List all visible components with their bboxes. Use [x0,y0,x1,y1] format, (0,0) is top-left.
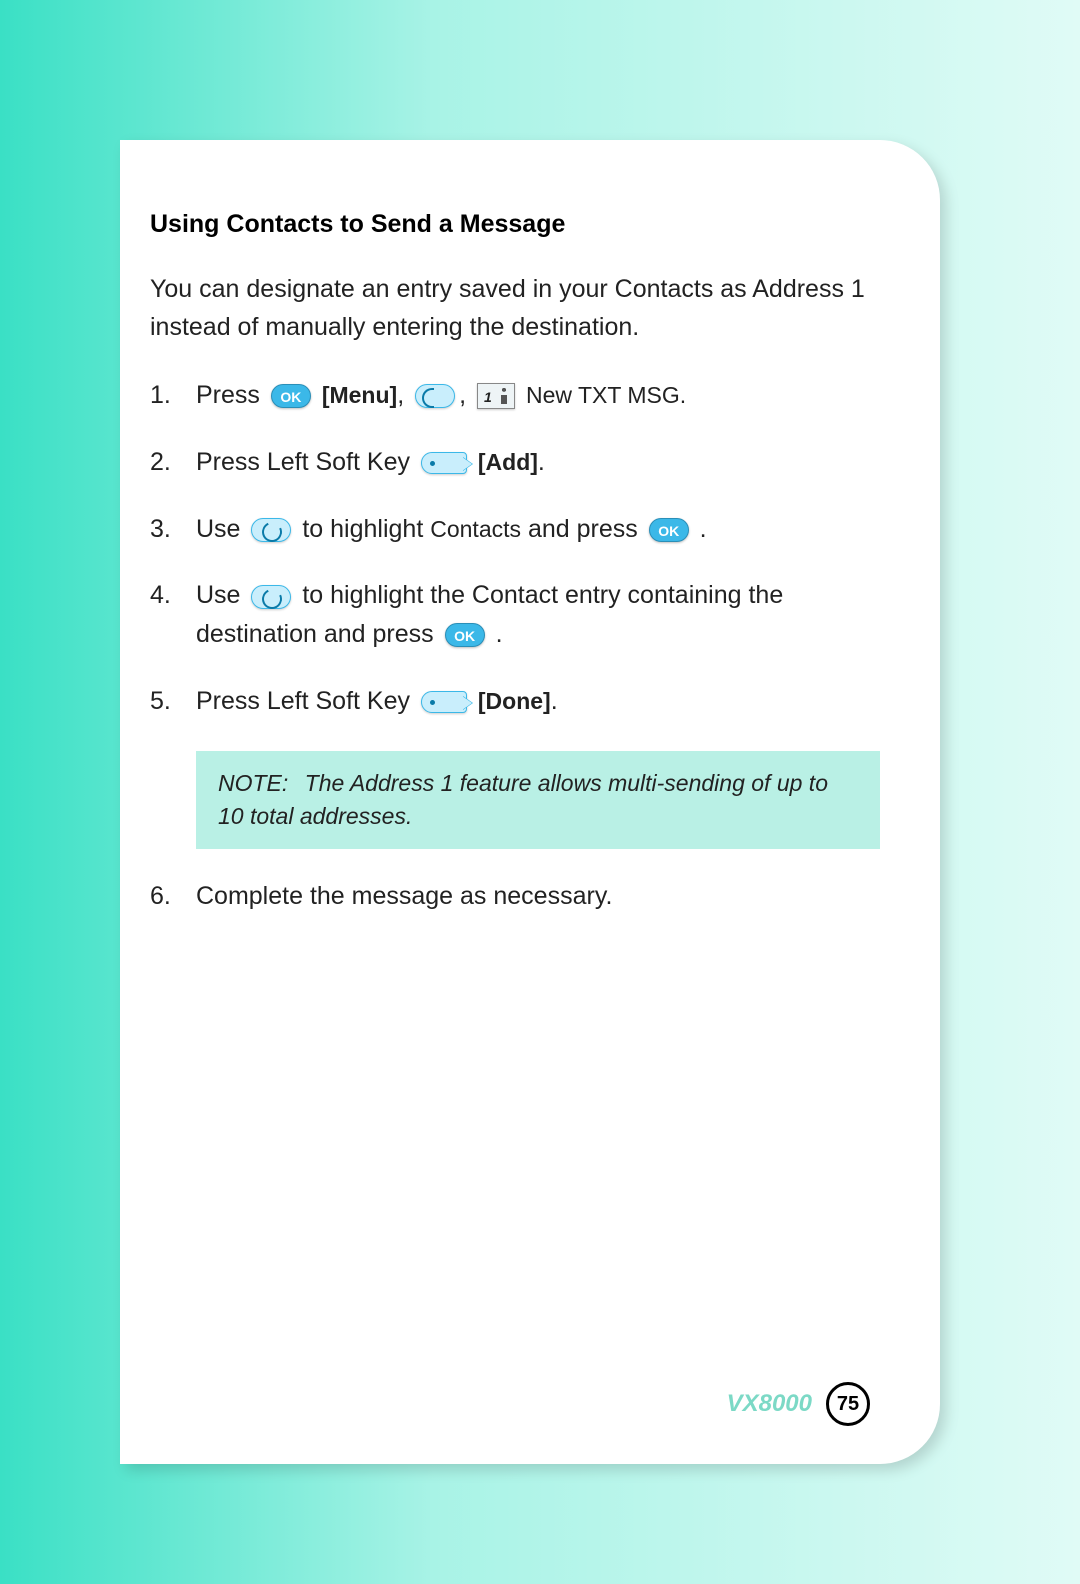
step-text: Use [196,515,247,543]
step-text: Press Left Soft Key [196,687,417,715]
step-text: Complete the message as necessary. [196,882,612,910]
comma: , [459,381,473,409]
section-heading: Using Contacts to Send a Message [150,210,880,239]
contacts-label: Contacts [430,516,521,542]
add-label: [Add] [478,449,538,475]
menu-label: [Menu] [322,382,397,408]
page-number: 75 [826,1382,870,1426]
step-text: Press [196,381,267,409]
period: . [538,448,545,476]
ok-button-icon: OK [271,384,311,408]
intro-paragraph: You can designate an entry saved in your… [150,271,880,346]
done-label: [Done] [478,688,551,714]
comma: , [397,381,411,409]
left-soft-key-icon [421,691,467,713]
step-list: Press OK [Menu], , 1 New TXT MSG. Press … [150,376,880,916]
note-text: The Address 1 feature allows multi-sendi… [218,770,828,829]
new-txt-msg: New TXT MSG. [526,382,686,408]
nav-left-icon [415,384,455,408]
note-label: NOTE: [218,770,288,796]
period: . [551,687,558,715]
left-soft-key-icon [421,452,467,474]
model-label: VX8000 [727,1390,812,1418]
step-1: Press OK [Menu], , 1 New TXT MSG. [150,376,880,415]
step-6: Complete the message as necessary. [150,877,880,916]
key-1-icon: 1 [477,383,515,409]
step-5: Press Left Soft Key [Done]. NOTE: The Ad… [150,682,880,849]
period: . [496,620,503,648]
ok-button-icon: OK [649,518,689,542]
step-4: Use to highlight the Contact entry conta… [150,576,880,654]
step-text: and press [521,515,645,543]
page-footer: VX8000 75 [727,1382,870,1426]
step-3: Use to highlight Contacts and press OK . [150,510,880,549]
nav-wheel-icon [251,518,291,542]
period: . [700,515,707,543]
manual-page: Using Contacts to Send a Message You can… [120,140,940,1464]
step-2: Press Left Soft Key [Add]. [150,443,880,482]
note-box: NOTE: The Address 1 feature allows multi… [196,751,880,850]
ok-button-icon: OK [445,623,485,647]
step-text: Use [196,581,247,609]
nav-wheel-icon [251,585,291,609]
step-text: to highlight [302,515,430,543]
step-text: Press Left Soft Key [196,448,417,476]
